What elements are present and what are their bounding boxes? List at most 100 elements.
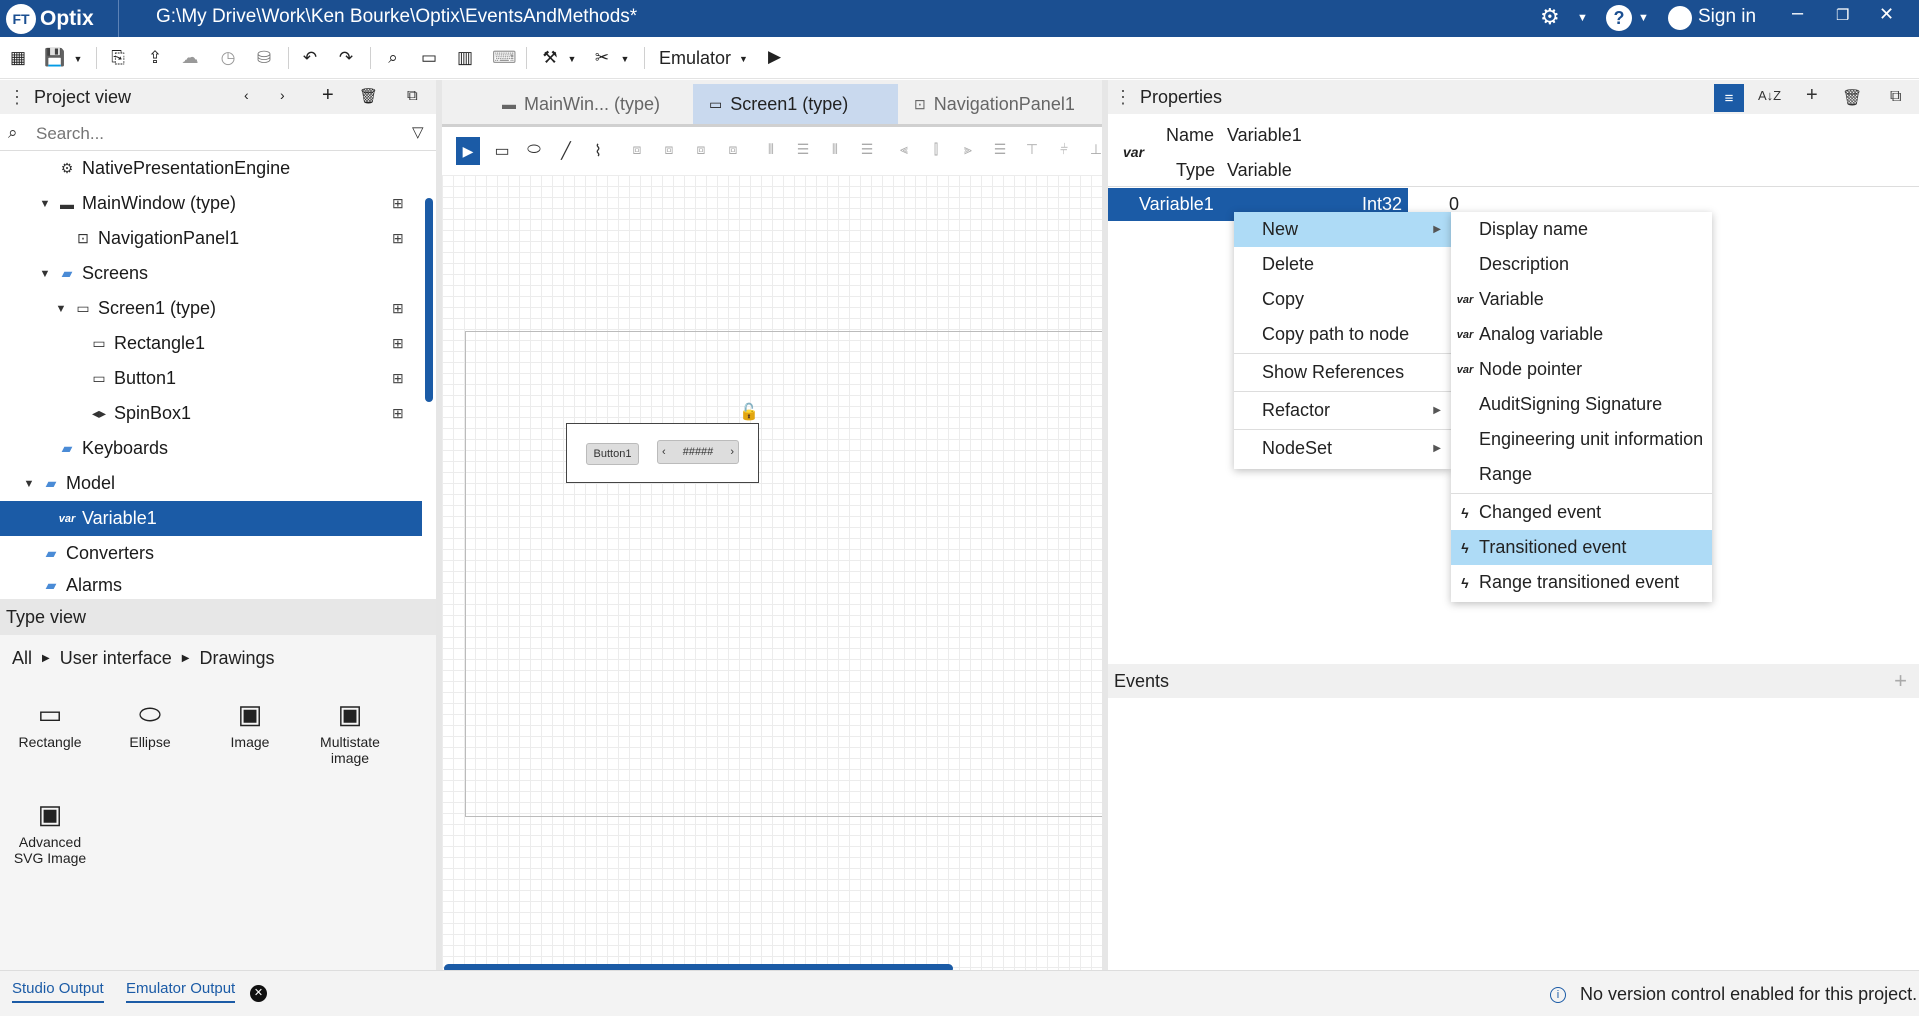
tree-item-screen1[interactable]: ▼ ▭ Screen1 (type) ⊞ xyxy=(0,291,422,326)
submenu-item-changed-event[interactable]: ϟ Changed event xyxy=(1451,495,1712,530)
tree-item-keyboards[interactable]: ▰ Keyboards xyxy=(0,431,422,466)
menu-item-refactor[interactable]: Refactor ▶ xyxy=(1234,393,1451,428)
align-bottom-icon[interactable]: ⫩ xyxy=(1053,141,1075,158)
search-icon[interactable]: ⌕ xyxy=(383,48,403,68)
submenu-item-auditsigning[interactable]: AuditSigning Signature xyxy=(1451,387,1712,422)
tree-item-screens[interactable]: ▼ ▰ Screens xyxy=(0,256,422,291)
distribute-icon[interactable]: ☰ xyxy=(856,141,878,158)
distribute-icon[interactable]: ⫴ xyxy=(824,141,846,158)
tree-item-mainwindow[interactable]: ▼ ▬ MainWindow (type) ⊞ xyxy=(0,186,422,221)
align-icon[interactable]: ⧈ xyxy=(722,141,744,158)
add-icon[interactable]: + xyxy=(1894,668,1907,694)
menu-item-copy-path[interactable]: Copy path to node xyxy=(1234,317,1451,352)
type-item-rectangle[interactable]: ▭ Rectangle xyxy=(5,694,95,750)
tree-item-rectangle1[interactable]: ▭ Rectangle1 ⊞ xyxy=(0,326,422,361)
submenu-item-analog-variable[interactable]: var Analog variable xyxy=(1451,317,1712,352)
chevron-down-icon[interactable]: ▼ xyxy=(68,54,88,64)
delete-icon[interactable]: 🗑 xyxy=(359,87,378,105)
folder-icon[interactable]: ▭ xyxy=(419,48,439,68)
tab-mainwindow[interactable]: ▬ MainWin... (type) xyxy=(486,84,676,124)
tree-item-alarms[interactable]: ▰ Alarms xyxy=(0,571,422,599)
tree-item-variable1[interactable]: var Variable1 xyxy=(0,501,422,536)
menu-item-new[interactable]: New ▶ xyxy=(1234,212,1451,247)
properties-icon[interactable]: ⊞ xyxy=(392,195,404,212)
caret-down-icon[interactable]: ▼ xyxy=(22,478,36,490)
distribute-icon[interactable]: ☰ xyxy=(792,141,814,158)
select-tool-icon[interactable]: ▶ xyxy=(456,137,480,165)
line-tool-icon[interactable]: ╱ xyxy=(555,141,577,161)
filter-icon[interactable]: ▽ xyxy=(412,123,424,141)
upload-icon[interactable]: ⇪ xyxy=(145,48,165,68)
delete-icon[interactable]: 🗑 xyxy=(1842,88,1862,108)
submenu-item-description[interactable]: Description xyxy=(1451,247,1712,282)
tab-navigationpanel1[interactable]: ⊡ NavigationPanel1 xyxy=(898,84,1091,124)
chevron-left-icon[interactable]: ‹ xyxy=(244,87,249,103)
tree-scrollbar[interactable] xyxy=(425,198,433,402)
submenu-item-transitioned-event[interactable]: ϟ Transitioned event xyxy=(1451,530,1712,565)
align-icon[interactable]: ⧈ xyxy=(658,141,680,158)
chevron-down-icon[interactable]: ▼ xyxy=(739,54,748,64)
settings-icon[interactable]: ⚙ xyxy=(1540,4,1560,30)
menu-item-delete[interactable]: Delete xyxy=(1234,247,1451,282)
ellipse-tool-icon[interactable]: ⬭ xyxy=(523,141,545,159)
export-icon[interactable]: ⎘ xyxy=(108,48,128,68)
breadcrumb-all[interactable]: All xyxy=(12,648,32,669)
submenu-item-node-pointer[interactable]: var Node pointer xyxy=(1451,352,1712,387)
chevron-down-icon[interactable]: ▼ xyxy=(1638,12,1649,24)
chevron-down-icon[interactable]: ▼ xyxy=(1577,12,1588,24)
chevron-down-icon[interactable]: ▼ xyxy=(615,54,635,64)
redo-icon[interactable]: ↷ xyxy=(336,48,356,68)
chevron-right-icon[interactable]: › xyxy=(280,87,285,103)
type-item-ellipse[interactable]: ⬭ Ellipse xyxy=(105,694,195,750)
chevron-down-icon[interactable]: ▼ xyxy=(562,54,582,64)
library-icon[interactable]: ▥ xyxy=(455,48,475,68)
menu-item-nodeset[interactable]: NodeSet ▶ xyxy=(1234,431,1451,466)
caret-down-icon[interactable]: ▼ xyxy=(38,268,52,280)
close-icon[interactable]: ✕ xyxy=(1879,4,1894,25)
code-icon[interactable]: ⌨ xyxy=(492,48,517,68)
align-left-icon[interactable]: ⫷ xyxy=(893,141,915,158)
minimize-icon[interactable]: – xyxy=(1792,2,1803,25)
breadcrumb-user-interface[interactable]: User interface xyxy=(60,648,172,669)
submenu-item-variable[interactable]: var Variable xyxy=(1451,282,1712,317)
breadcrumb-drawings[interactable]: Drawings xyxy=(199,648,274,669)
sort-category-icon[interactable]: ≡ xyxy=(1714,84,1744,112)
restore-icon[interactable]: ❐ xyxy=(1836,6,1849,24)
properties-icon[interactable]: ⊞ xyxy=(392,335,404,352)
sign-in-link[interactable]: Sign in xyxy=(1698,6,1756,28)
rectangle-tool-icon[interactable]: ▭ xyxy=(491,141,513,161)
cloud-upload-icon[interactable]: ☁ xyxy=(180,48,200,68)
spinbox1-widget[interactable]: ‹ ##### › xyxy=(657,440,739,464)
undo-icon[interactable]: ↶ xyxy=(300,48,320,68)
studio-output-tab[interactable]: Studio Output xyxy=(12,980,104,1003)
layout-icon[interactable]: ▦ xyxy=(8,48,28,68)
properties-icon[interactable]: ⊞ xyxy=(392,300,404,317)
history-icon[interactable]: ◷ xyxy=(218,48,238,68)
caret-down-icon[interactable]: ▼ xyxy=(38,198,52,210)
type-item-advanced-svg-image[interactable]: ▣ Advanced SVG Image xyxy=(5,794,95,866)
build-icon[interactable]: ⚒ xyxy=(540,48,560,68)
tree-item-nativepresentationengine[interactable]: ⚙ NativePresentationEngine xyxy=(0,151,422,186)
tree-item-navigationpanel1[interactable]: ⊡ NavigationPanel1 ⊞ xyxy=(0,221,422,256)
save-icon[interactable]: 💾 xyxy=(44,48,65,68)
align-center-icon[interactable]: ⫿ xyxy=(925,141,947,158)
tree-item-button1[interactable]: ▭ Button1 ⊞ xyxy=(0,361,422,396)
align-icon[interactable]: ⧈ xyxy=(626,141,648,158)
menu-item-copy[interactable]: Copy xyxy=(1234,282,1451,317)
caret-down-icon[interactable]: ▼ xyxy=(54,303,68,315)
database-icon[interactable]: ⛁ xyxy=(254,48,274,68)
tree-item-spinbox1[interactable]: ◂▸ SpinBox1 ⊞ xyxy=(0,396,422,431)
submenu-item-engineering-unit[interactable]: Engineering unit information xyxy=(1451,422,1712,457)
drag-handle-icon[interactable]: ⋮ xyxy=(1114,87,1132,108)
tab-screen1[interactable]: ▭ Screen1 (type) xyxy=(693,84,898,124)
align-icon[interactable]: ⧈ xyxy=(690,141,712,158)
emulator-output-tab[interactable]: Emulator Output xyxy=(126,980,236,1003)
add-icon[interactable]: + xyxy=(1806,84,1818,107)
add-icon[interactable]: + xyxy=(322,84,334,107)
sort-alpha-icon[interactable]: A↓Z xyxy=(1758,88,1781,103)
submenu-item-display-name[interactable]: Display name xyxy=(1451,212,1712,247)
properties-icon[interactable]: ⊞ xyxy=(392,230,404,247)
emulator-dropdown[interactable]: Emulator xyxy=(659,48,731,69)
close-icon[interactable]: ✕ xyxy=(250,985,267,1002)
type-item-image[interactable]: ▣ Image xyxy=(205,694,295,750)
